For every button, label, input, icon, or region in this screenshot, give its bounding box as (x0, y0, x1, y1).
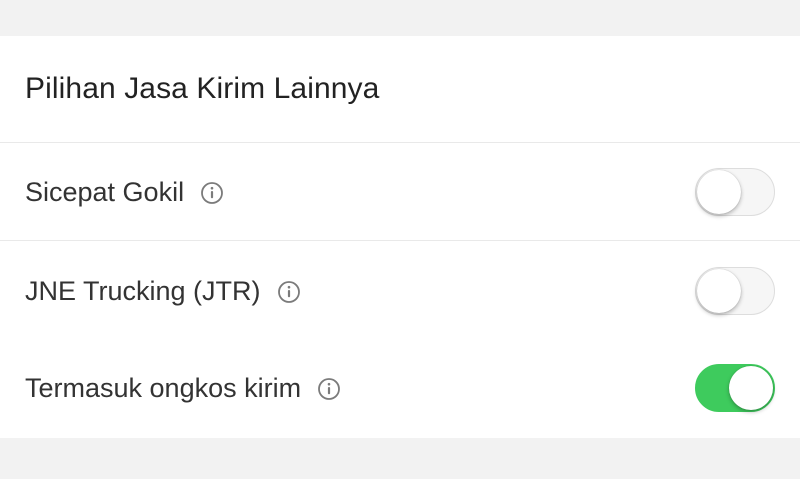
option-label-wrapper: Sicepat Gokil (25, 175, 224, 209)
section-title: Pilihan Jasa Kirim Lainnya (25, 72, 380, 105)
option-label: JNE Trucking (JTR) (25, 276, 261, 306)
toggle-knob (697, 269, 741, 313)
jne-trucking-toggle[interactable] (695, 267, 775, 315)
option-row-sicepat-gokil: Sicepat Gokil (0, 142, 800, 240)
option-label-wrapper: Termasuk ongkos kirim (25, 371, 341, 405)
option-label: Sicepat Gokil (25, 177, 185, 207)
info-circle-icon[interactable] (317, 375, 341, 400)
toggle-knob (729, 366, 773, 410)
sicepat-gokil-toggle[interactable] (695, 168, 775, 216)
info-circle-icon[interactable] (277, 278, 301, 303)
info-circle-icon[interactable] (200, 179, 224, 204)
option-label: Termasuk ongkos kirim (25, 373, 302, 403)
option-label-wrapper: JNE Trucking (JTR) (25, 274, 301, 308)
shipping-options-card: Pilihan Jasa Kirim Lainnya Sicepat Gokil… (0, 36, 800, 438)
toggle-knob (697, 170, 741, 214)
option-row-jne-trucking: JNE Trucking (JTR) (0, 241, 800, 339)
termasuk-ongkos-kirim-toggle[interactable] (695, 364, 775, 412)
option-row-termasuk-ongkos-kirim: Termasuk ongkos kirim (0, 338, 800, 436)
